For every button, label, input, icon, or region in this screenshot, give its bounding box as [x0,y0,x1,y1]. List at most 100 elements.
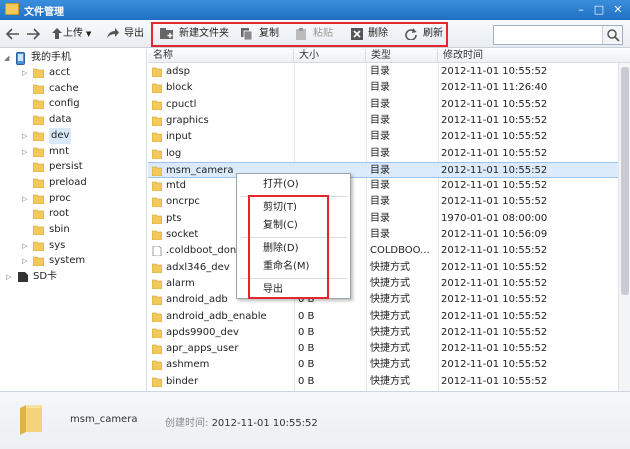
table-row[interactable]: adxl346_dev 快捷方式 2012-11-01 10:55:52 [148,260,630,276]
cell-time: 2012-11-01 10:55:52 [441,326,548,338]
minimize-button[interactable]: – [572,2,590,17]
export-button[interactable]: 导出 [106,26,146,42]
search-button[interactable] [602,26,622,44]
sidebar-item-phone[interactable]: ◢ 我的手机 [0,50,146,66]
sidebar-item-sbin[interactable]: sbin [0,222,146,238]
table-row[interactable]: android_adb_enable 0 B 快捷方式 2012-11-01 10:5… [148,309,630,325]
cell-type: 目录 [370,212,390,224]
cell-name: apr_apps_user [166,343,239,355]
folder-icon [33,147,44,157]
table-row[interactable]: pts 目录 1970-01-01 08:00:00 [148,211,630,227]
sidebar-item-label: SD卡 [33,271,58,282]
table-row[interactable]: log 目录 2012-11-01 10:55:52 [148,146,630,162]
upload-button[interactable]: 上传 ▼ [52,26,96,42]
sidebar-item-mnt[interactable]: ▷ mnt [0,144,146,160]
table-row[interactable]: input 目录 2012-11-01 10:55:52 [148,129,630,145]
created-label: 创建时间: [165,418,209,429]
cell-size: 0 B [298,310,315,322]
forward-button[interactable] [26,26,40,42]
back-button[interactable] [6,26,20,42]
sidebar-item-config[interactable]: config [0,96,146,112]
sidebar-item-root[interactable]: root [0,206,146,222]
search-input[interactable] [496,27,601,43]
table-row[interactable]: oncrpc 目录 2012-11-01 10:55:52 [148,194,630,210]
table-row[interactable]: apds9900_dev 0 B 快捷方式 2012-11-01 10:55:52 [148,325,630,341]
folder-icon [152,328,162,338]
folder-icon [152,214,162,224]
maximize-button[interactable]: □ [590,2,608,17]
sidebar-item-sdcard[interactable]: ▷ SD卡 [0,269,146,285]
expand-arrow-icon[interactable]: ▷ [22,238,27,254]
collapse-arrow-icon[interactable]: ◢ [4,50,9,66]
expand-arrow-icon[interactable]: ▷ [22,191,27,207]
sidebar-item-dev[interactable]: ▷ dev [0,127,146,144]
cell-type: 快捷方式 [370,359,410,371]
export-icon [107,28,119,38]
cell-name: ashmem [166,359,210,371]
column-header-type[interactable]: 类型 [366,49,438,63]
folder-icon [152,279,162,289]
table-row[interactable]: adsp 目录 2012-11-01 10:55:52 [148,64,630,80]
expand-arrow-icon[interactable]: ▷ [22,144,27,160]
sidebar-item-label: preload [49,176,87,188]
sidebar-item-system[interactable]: ▷ system [0,253,146,269]
cell-time: 1970-01-01 08:00:00 [441,212,548,224]
cell-type: 目录 [370,180,390,192]
table-row[interactable]: ashmem 0 B 快捷方式 2012-11-01 10:55:52 [148,357,630,373]
upload-label: 上传 [63,28,83,39]
folder-icon [152,181,162,192]
cell-name: android_adb_enable [166,310,267,322]
scrollbar-thumb[interactable] [621,67,629,295]
table-row[interactable]: msm_camera 目录 2012-11-01 10:55:52 [148,161,630,179]
cell-size: 0 B [298,375,315,387]
list-header: 名称 大小 类型 修改时间 [148,49,630,63]
menu-item-open[interactable]: 打开(O) [237,177,350,193]
expand-arrow-icon[interactable]: ▷ [22,65,27,81]
expand-arrow-icon[interactable]: ▷ [6,269,11,285]
expand-arrow-icon[interactable]: ▷ [22,128,27,144]
folder-icon [152,377,162,387]
cell-type: 目录 [370,164,390,176]
folder-icon [33,131,44,141]
details-pane: msm_camera 创建时间: 2012-11-01 10:55:52 [0,391,630,449]
column-header-name[interactable]: 名称 [148,49,294,63]
sidebar-item-label: proc [49,192,71,204]
table-row[interactable]: .coldboot_done COLDBOO... 2012-11-01 10:55… [148,243,630,259]
sidebar-item-data[interactable]: data [0,112,146,128]
sidebar-item-cache[interactable]: cache [0,81,146,97]
cell-time: 2012-11-01 10:55:52 [441,359,548,371]
table-row[interactable]: alarm 快捷方式 2012-11-01 10:55:52 [148,276,630,292]
table-row[interactable]: block 目录 2012-11-01 11:26:40 [148,80,630,96]
column-header-time[interactable]: 修改时间 [438,49,618,63]
sidebar-item-preload[interactable]: preload [0,175,146,191]
close-button[interactable]: ✕ [609,2,627,17]
table-row[interactable]: socket 目录 2012-11-01 10:56:09 [148,227,630,243]
table-row[interactable]: android_adb 0 B 快捷方式 2012-11-01 10:55:52 [148,292,630,308]
folder-icon [152,83,162,94]
sidebar-item-sys[interactable]: ▷ sys [0,238,146,254]
selected-name: msm_camera [70,414,138,425]
table-row[interactable]: apr_apps_user 0 B 快捷方式 2012-11-01 10:55:52 [148,341,630,357]
folder-icon [33,241,44,251]
sidebar-item-proc[interactable]: ▷ proc [0,191,146,207]
sidebar: ◢ 我的手机 ▷ acct cache config data ▷ dev ▷ mnt persi… [0,49,147,391]
cell-name: cpuctl [166,98,197,110]
cell-time: 2012-11-01 10:55:52 [441,375,548,387]
vertical-scrollbar[interactable] [618,63,630,391]
table-row[interactable]: mtd 目录 2012-11-01 10:55:52 [148,178,630,194]
upload-dropdown-icon[interactable]: ▼ [86,26,91,42]
cell-time: 2012-11-01 10:55:52 [441,261,548,273]
sidebar-item-label: data [49,114,72,126]
table-row[interactable]: cpuctl 目录 2012-11-01 10:55:52 [148,97,630,113]
sidebar-item-persist[interactable]: persist [0,159,146,175]
cell-time: 2012-11-01 10:55:52 [441,147,548,159]
column-header-size[interactable]: 大小 [294,49,366,63]
expand-arrow-icon[interactable]: ▷ [22,253,27,269]
table-row[interactable]: graphics 目录 2012-11-01 10:55:52 [148,113,630,129]
sidebar-item-label: cache [49,82,79,94]
folder-icon [152,100,162,110]
cell-type: 目录 [370,229,390,240]
folder-icon [33,100,44,110]
table-row[interactable]: binder 0 B 快捷方式 2012-11-01 10:55:52 [148,374,630,390]
sidebar-item-acct[interactable]: ▷ acct [0,65,146,81]
